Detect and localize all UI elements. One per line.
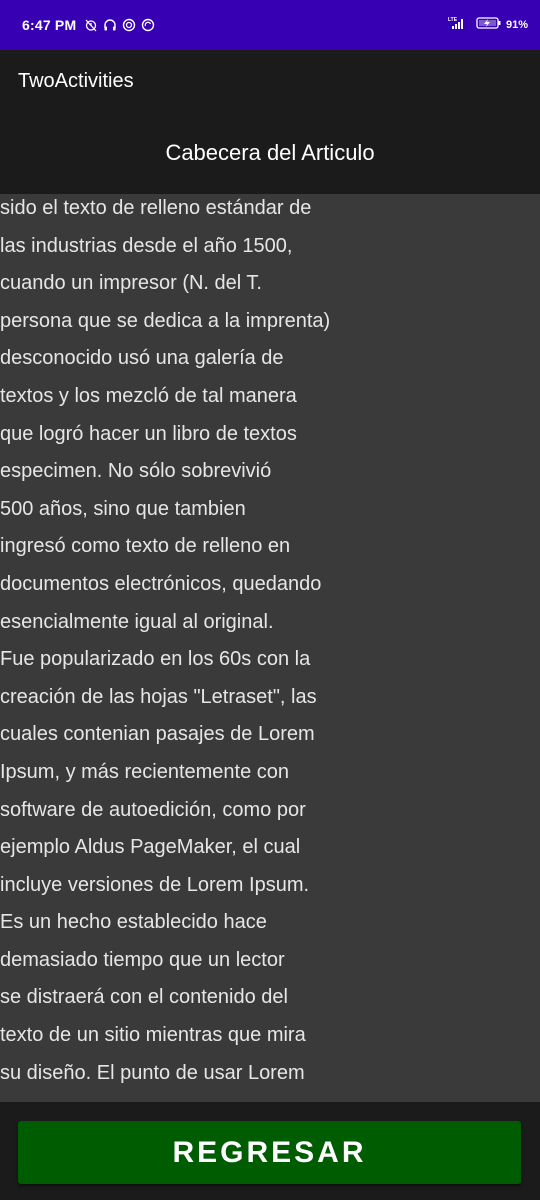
status-notification-icons [84, 18, 155, 32]
signal-icon: LTE [448, 16, 472, 35]
article-heading-bar: Cabecera del Articulo [0, 112, 540, 194]
alarm-off-icon [84, 18, 98, 32]
article-body-text: sido el texto de relleno estándar de las… [0, 197, 331, 1084]
headset-icon [103, 18, 117, 32]
bottom-action-area: REGRESAR [0, 1102, 540, 1200]
battery-charging-icon [476, 16, 502, 35]
sync-alt-icon [141, 18, 155, 32]
battery-percent: 91% [505, 19, 528, 31]
svg-text:LTE: LTE [448, 17, 458, 23]
app-title: TwoActivities [18, 69, 134, 92]
sync-icon [122, 18, 136, 32]
article-heading: Cabecera del Articulo [165, 140, 375, 165]
status-bar: 6:47 PM LTE 91% [0, 0, 540, 50]
status-system-icons: LTE 91% [448, 16, 528, 35]
back-button[interactable]: REGRESAR [18, 1121, 521, 1184]
app-bar: TwoActivities [0, 50, 540, 112]
article-scroll-view[interactable]: sido el texto de relleno estándar de las… [0, 194, 540, 1102]
status-time: 6:47 PM [22, 17, 77, 33]
